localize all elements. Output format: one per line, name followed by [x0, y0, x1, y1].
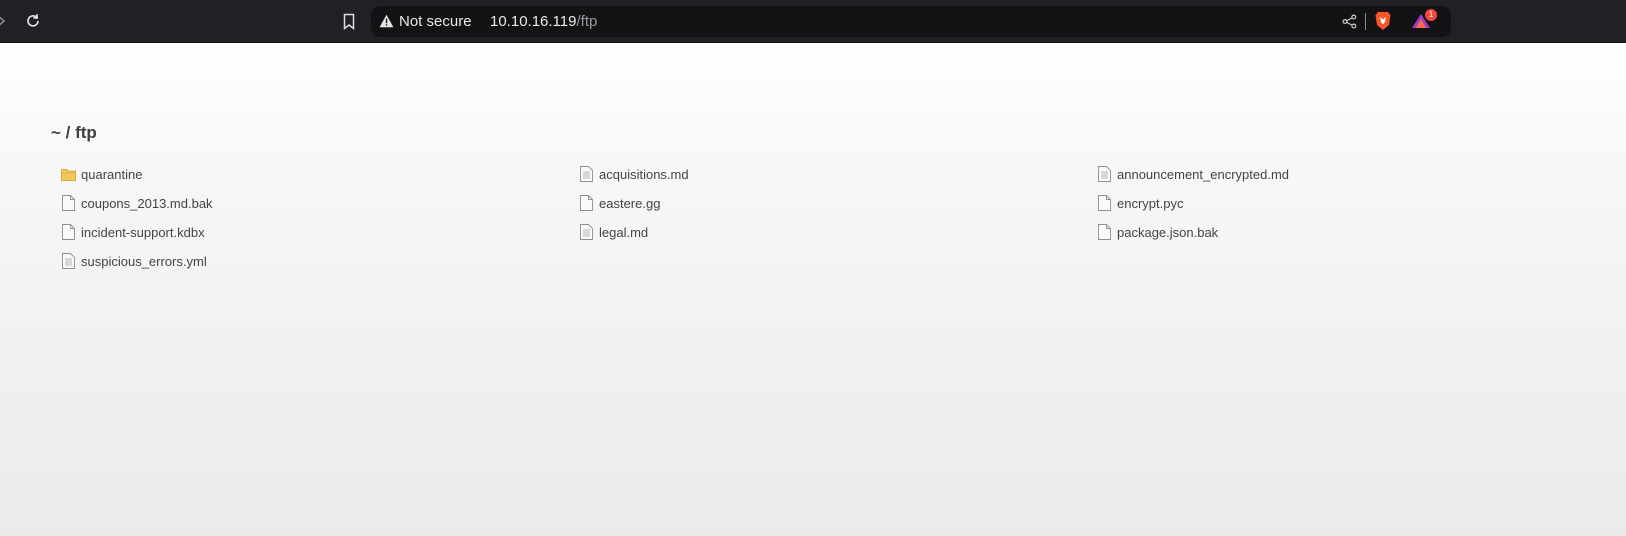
file-name[interactable]: announcement_encrypted.md	[1117, 167, 1289, 182]
list-item[interactable]: coupons_2013.md.bak	[61, 194, 213, 212]
text-file-icon	[1097, 166, 1112, 183]
text-file-icon	[579, 224, 594, 241]
security-status[interactable]: Not secure	[399, 13, 472, 30]
list-item[interactable]: encrypt.pyc	[1097, 194, 1183, 212]
list-item[interactable]: announcement_encrypted.md	[1097, 165, 1289, 183]
file-name[interactable]: legal.md	[599, 225, 648, 240]
file-icon	[61, 224, 76, 241]
list-item[interactable]: incident-support.kdbx	[61, 223, 205, 241]
address-bar[interactable]: Not secure 10.10.16.119/ftp 1	[371, 6, 1451, 37]
url-host: 10.10.16.119	[490, 13, 577, 30]
browser-toolbar: Not secure 10.10.16.119/ftp 1	[0, 0, 1626, 43]
file-name[interactable]: encrypt.pyc	[1117, 196, 1183, 211]
file-name[interactable]: quarantine	[81, 167, 142, 182]
breadcrumb: ~ / ftp	[51, 123, 97, 142]
file-icon	[1097, 195, 1112, 212]
file-name[interactable]: coupons_2013.md.bak	[81, 196, 213, 211]
file-name[interactable]: suspicious_errors.yml	[81, 254, 207, 269]
rewards-badge: 1	[1425, 9, 1437, 21]
file-name[interactable]: incident-support.kdbx	[81, 225, 205, 240]
file-icon	[579, 195, 594, 212]
warning-icon[interactable]	[379, 14, 394, 33]
list-item[interactable]: legal.md	[579, 223, 648, 241]
list-item[interactable]: quarantine	[61, 165, 142, 183]
ftp-listing-page: ~ / ftp quarantine acquisitions.md annou…	[0, 43, 1626, 536]
forward-icon[interactable]	[0, 8, 14, 34]
file-name[interactable]: package.json.bak	[1117, 225, 1218, 240]
list-item[interactable]: package.json.bak	[1097, 223, 1218, 241]
folder-icon	[61, 166, 76, 183]
reload-icon[interactable]	[20, 8, 46, 34]
toolbar-separator	[1365, 13, 1366, 30]
list-item[interactable]: acquisitions.md	[579, 165, 689, 183]
share-icon[interactable]	[1342, 14, 1357, 34]
file-name[interactable]: eastere.gg	[599, 196, 660, 211]
file-icon	[1097, 224, 1112, 241]
url-path: /ftp	[576, 13, 598, 30]
list-item[interactable]: suspicious_errors.yml	[61, 252, 207, 270]
brave-shields-icon[interactable]	[1374, 11, 1392, 36]
file-icon	[61, 195, 76, 212]
text-file-icon	[61, 253, 76, 270]
url-text[interactable]: 10.10.16.119/ftp	[490, 13, 597, 30]
text-file-icon	[579, 166, 594, 183]
list-item[interactable]: eastere.gg	[579, 194, 660, 212]
file-name[interactable]: acquisitions.md	[599, 167, 689, 182]
bookmark-icon[interactable]	[336, 8, 362, 34]
